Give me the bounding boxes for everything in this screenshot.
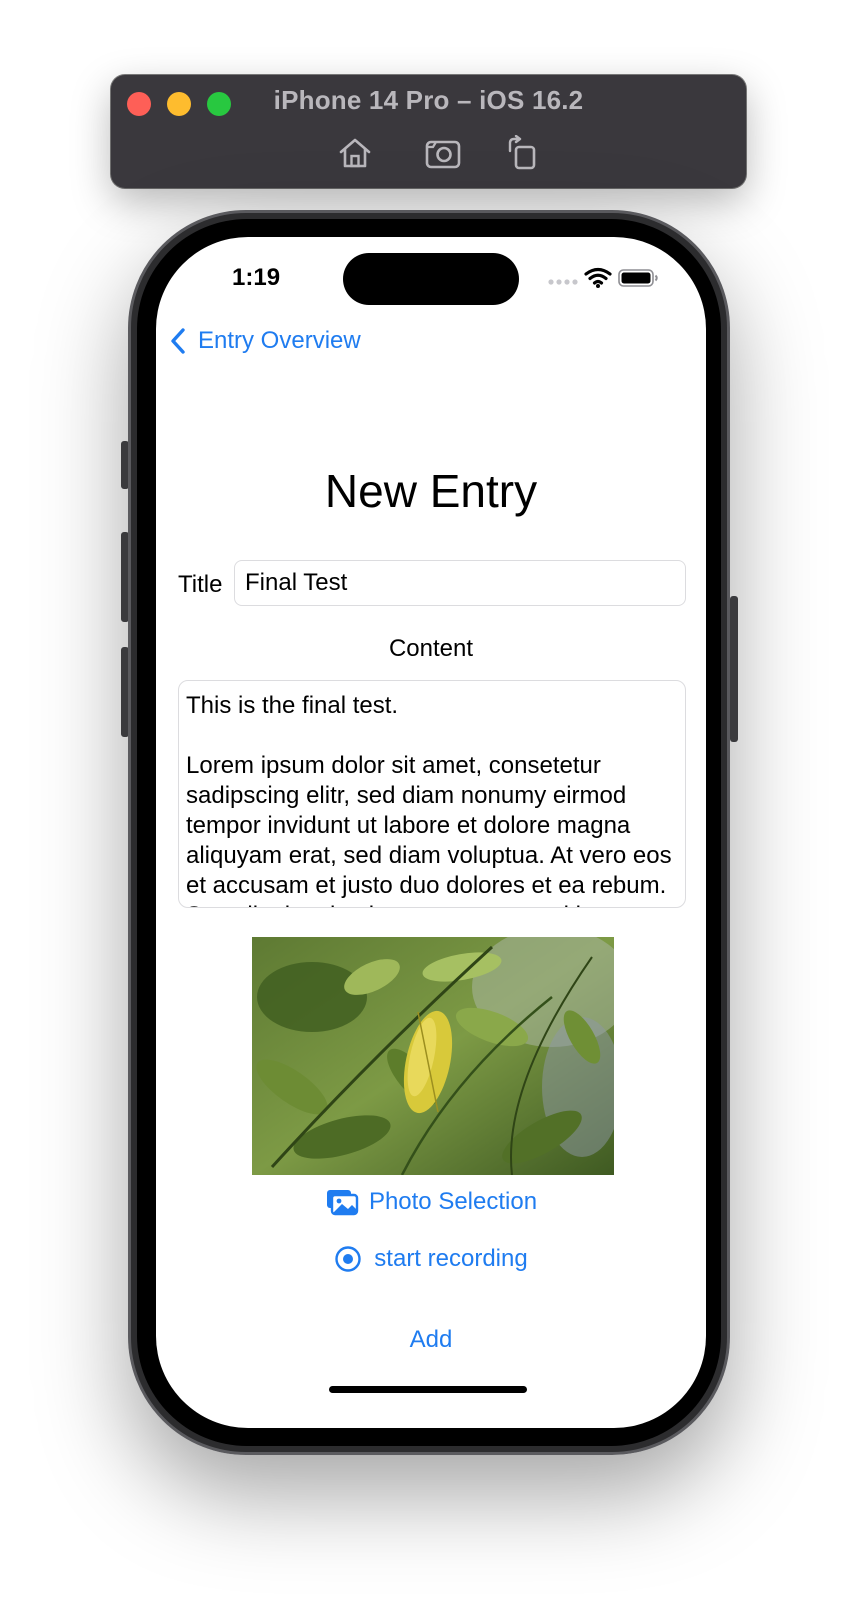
dynamic-island bbox=[343, 253, 519, 305]
phone-screen: 1:19 Entry Overview New Entry Title Fina… bbox=[156, 237, 706, 1428]
record-circle-icon bbox=[335, 1246, 361, 1272]
content-textarea[interactable]: This is the final test. Lorem ipsum dolo… bbox=[178, 680, 686, 908]
wifi-icon bbox=[584, 267, 612, 285]
rotate-icon bbox=[508, 134, 536, 170]
screenshot-button[interactable] bbox=[423, 135, 463, 171]
screenshot-icon bbox=[425, 140, 461, 169]
cellular-dots-icon bbox=[548, 279, 578, 285]
photo-selection-button[interactable]: Photo Selection bbox=[156, 1188, 706, 1216]
rotate-button[interactable] bbox=[502, 134, 542, 171]
home-indicator bbox=[329, 1386, 527, 1393]
selected-photo bbox=[252, 937, 614, 1175]
title-input[interactable] bbox=[234, 560, 686, 606]
status-icons bbox=[548, 267, 658, 288]
home-icon bbox=[339, 138, 371, 168]
chevron-left-icon bbox=[171, 328, 185, 354]
back-button-label: Entry Overview bbox=[198, 327, 361, 354]
add-button[interactable]: Add bbox=[156, 1326, 706, 1354]
start-recording-button[interactable]: start recording bbox=[156, 1245, 706, 1273]
back-button[interactable]: Entry Overview bbox=[168, 321, 361, 361]
battery-icon bbox=[618, 269, 658, 287]
title-label: Title bbox=[178, 571, 223, 598]
simulator-title: iPhone 14 Pro – iOS 16.2 bbox=[273, 85, 584, 115]
content-label: Content bbox=[388, 635, 474, 662]
leaf-photo bbox=[252, 937, 614, 1175]
status-time: 1:19 bbox=[232, 264, 281, 291]
photo-stack-icon bbox=[326, 1190, 359, 1216]
page-title: New Entry bbox=[324, 465, 538, 517]
power-button[interactable] bbox=[730, 596, 738, 742]
photo-selection-label: Photo Selection bbox=[368, 1188, 538, 1215]
simulator-window: iPhone 14 Pro – iOS 16.2 1:19 Entry Over… bbox=[0, 0, 858, 1604]
home-button[interactable] bbox=[335, 135, 375, 171]
simulator-title-bar: iPhone 14 Pro – iOS 16.2 bbox=[111, 75, 746, 188]
start-recording-label: start recording bbox=[374, 1245, 528, 1272]
